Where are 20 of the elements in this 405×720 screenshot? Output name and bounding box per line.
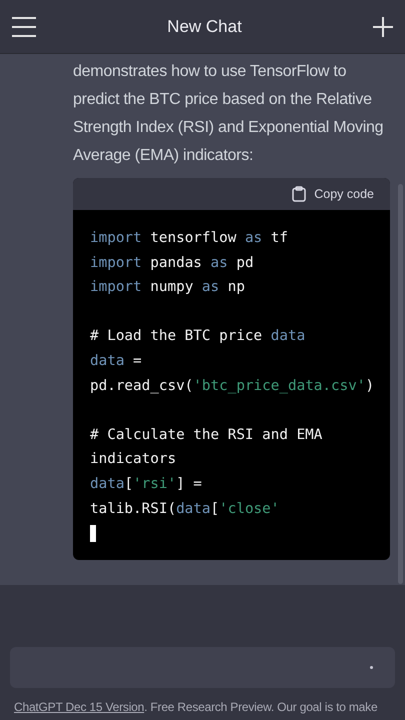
send-icon[interactable] <box>370 666 373 669</box>
code-line: import tensorflow as tf <box>90 229 289 248</box>
code-line: # Calculate the RSI and EMA <box>90 426 324 445</box>
footer-text: ChatGPT Dec 15 Version. Free Research Preview. Our goal is to make <box>13 699 378 716</box>
code-line: data['rsi'] = <box>90 474 203 494</box>
message-paragraph: demonstrates how to use TensorFlow to predict the BTC price based on the Relative Strength Index (RSI) and Exponential Moving Average (EMA) indicators: <box>73 62 384 166</box>
copy-code-button[interactable]: Copy code <box>292 184 374 204</box>
code-line: data = <box>90 352 143 371</box>
code-line: talib.RSI(data['close' <box>90 500 280 519</box>
code-line: pd.read_csv('btc_price_data.csv') <box>90 376 376 396</box>
new-chat-icon[interactable] <box>372 16 393 36</box>
code-line: import pandas as pd <box>90 254 255 273</box>
code-line: indicators <box>90 450 178 470</box>
menu-icon[interactable] <box>12 16 36 36</box>
version-link[interactable]: ChatGPT Dec 15 Version <box>14 700 144 714</box>
clipboard-icon <box>292 186 306 202</box>
chat-title: New Chat <box>167 16 242 38</box>
message-input[interactable] <box>10 647 395 688</box>
code-line: # Load the BTC price data <box>90 327 306 346</box>
code-line: import numpy as np <box>90 278 246 298</box>
